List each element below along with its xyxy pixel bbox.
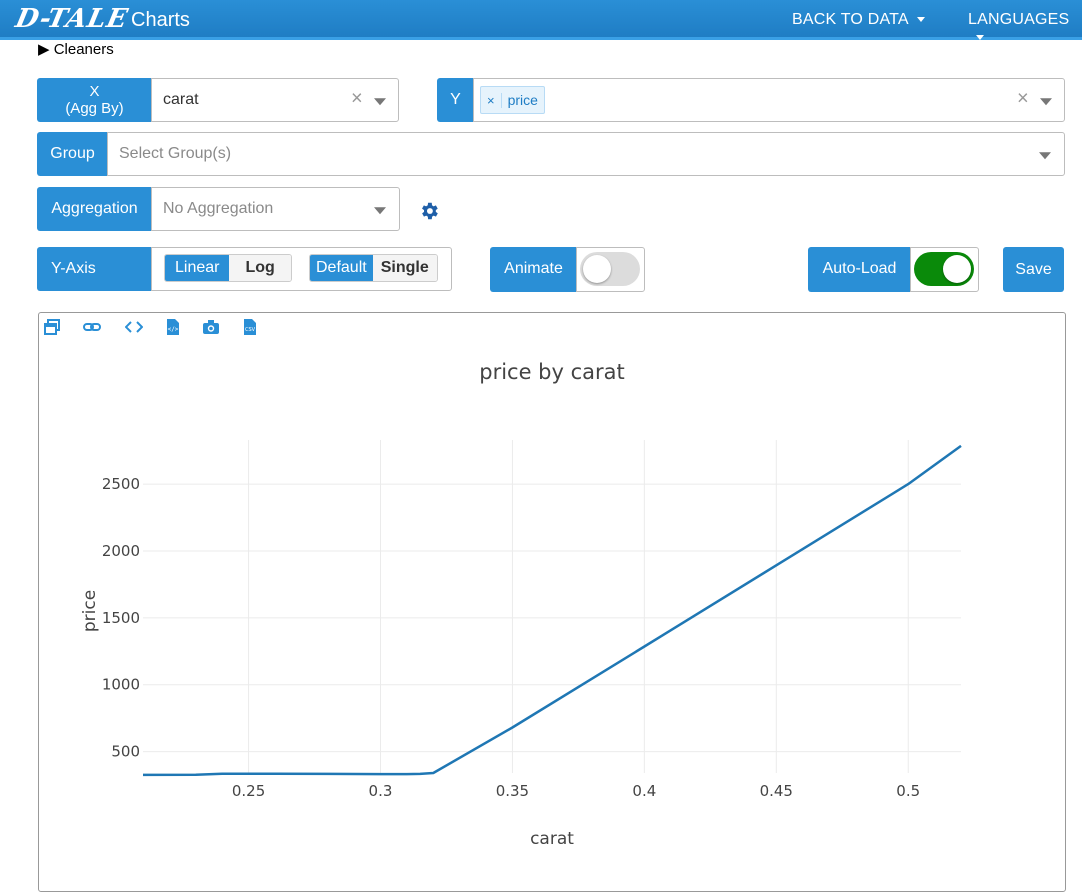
y-tick-label: 2000 <box>102 542 140 560</box>
series-price <box>142 444 962 777</box>
chart-title: price by carat <box>479 360 625 384</box>
x-tick-label: 0.5 <box>896 782 920 800</box>
series-line-price <box>142 444 962 777</box>
y-tick-label: 500 <box>111 743 140 761</box>
x-axis-label: carat <box>530 829 574 849</box>
x-tick-label: 0.4 <box>632 782 656 800</box>
x-tick-label: 0.35 <box>496 782 529 800</box>
grid-lines <box>143 440 961 773</box>
x-tick-label: 0.25 <box>232 782 265 800</box>
x-tick-label: 0.45 <box>760 782 793 800</box>
y-tick-label: 1500 <box>102 609 140 627</box>
x-tick-label: 0.3 <box>369 782 393 800</box>
y-axis-label: price <box>80 590 100 632</box>
line-chart: 0.25 0.3 0.35 0.4 0.45 0.5 500 1000 1500 2000 2500… <box>80 360 962 849</box>
y-tick-label: 2500 <box>102 475 140 493</box>
y-tick-label: 1000 <box>102 676 140 694</box>
